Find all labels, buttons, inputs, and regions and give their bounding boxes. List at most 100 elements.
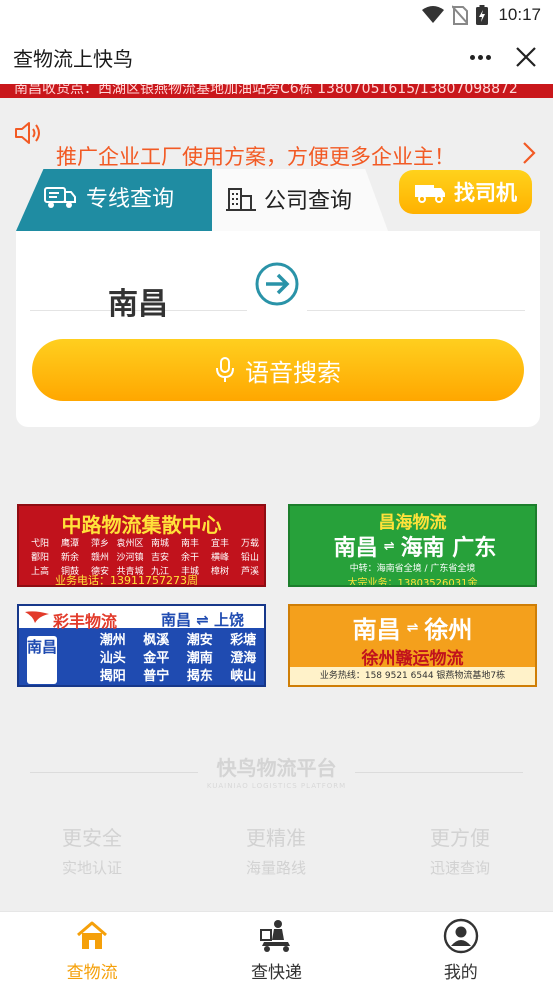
origin-field[interactable]: 南昌 xyxy=(30,249,247,322)
ad-city: 峡山 xyxy=(230,669,257,684)
ad-city: 余干 xyxy=(180,553,199,563)
ad-city: 普宁 xyxy=(143,669,170,684)
no-sim-icon xyxy=(452,5,469,25)
ad-city: 鹰潭 xyxy=(60,539,79,549)
feature-list: 更安全 实地认证 更精准 海量路线 更方便 迅速查询 xyxy=(0,822,553,882)
nav-label: 我的 xyxy=(443,963,478,983)
ad-city: 潮安 xyxy=(186,633,213,648)
ad-city: 赣州 xyxy=(90,553,109,563)
ad-city: 潮南 xyxy=(186,651,213,666)
feature-safety: 更安全 实地认证 xyxy=(0,822,184,882)
voice-search-button[interactable]: 语音搜索 xyxy=(32,339,524,401)
ad-city: 金平 xyxy=(143,651,170,666)
nav-logistics[interactable]: 查物流 xyxy=(0,912,184,983)
close-icon[interactable] xyxy=(511,42,541,72)
ad-route: 南昌 ⇌ 上饶 xyxy=(161,611,245,629)
feature-subtitle: 海量路线 xyxy=(245,859,306,877)
query-tabs: 公司查询 专线查询 找司机 xyxy=(0,163,553,231)
ad-city: 横峰 xyxy=(210,553,229,563)
route-arrow: ⇌ xyxy=(383,538,395,554)
more-dot xyxy=(485,54,491,60)
feature-subtitle: 实地认证 xyxy=(61,859,122,877)
ad-city: 上高 xyxy=(30,567,49,577)
ad-city: 萍乡 xyxy=(90,539,109,549)
ad-title: 彩丰物流 xyxy=(53,612,118,631)
route-arrow: ⇌ xyxy=(406,619,419,636)
speaker-icon xyxy=(15,122,40,144)
feature-title: 更精准 xyxy=(246,826,306,850)
ad-xuzhou-ganyun-logistics[interactable]: 南昌 ⇌ 徐州 徐州赣运物流 业务热线：158 9521 6544 银燕物流基地… xyxy=(288,604,537,687)
voice-search-label: 语音搜索 xyxy=(245,358,341,387)
ad-city: 新余 xyxy=(60,553,79,563)
courier-icon xyxy=(260,920,291,952)
feature-title: 更方便 xyxy=(430,826,490,850)
origin-text: 南昌 xyxy=(108,287,168,322)
status-icons: 10:17 xyxy=(422,3,541,27)
ad-zhonglu-logistics[interactable]: 中路物流集散中心 弋阳 鹰潭 萍乡 袁州区 南城 南丰 宜丰 万载 鄱阳 新余 赣州 沙河镇 吉安 余干 横… xyxy=(17,504,266,587)
microphone-icon xyxy=(216,357,234,382)
tab-company-content: 公司查询 xyxy=(226,183,352,215)
user-icon xyxy=(443,918,479,954)
marquee-banner[interactable]: 南昌收货点：西湖区银燕物流基地加油站旁C6栋 13807051615/13807… xyxy=(0,84,553,98)
home-icon xyxy=(77,921,108,949)
destination-field[interactable] xyxy=(307,249,525,311)
platform-branding: 快鸟物流平台 KUAINIAO LOGISTICS PLATFORM xyxy=(0,744,553,804)
van-icon xyxy=(415,185,445,203)
ad-city: 弋阳 xyxy=(30,539,49,549)
ad-city: 南丰 xyxy=(180,539,199,549)
ad-city: 袁州区 xyxy=(116,539,144,549)
ad-city: 芦溪 xyxy=(240,567,259,577)
tab-line-label: 专线查询 xyxy=(86,187,175,212)
route-from: 南昌 xyxy=(352,616,401,644)
more-button[interactable] xyxy=(465,44,495,70)
search-card: 南昌 语音搜索 xyxy=(16,231,540,427)
ad-subtitle: 中转：海南省全境 / 广东省全境 xyxy=(349,564,476,574)
route-to: 海南 广东 xyxy=(400,536,497,561)
nav-label: 查物流 xyxy=(66,963,118,983)
marquee-text: 南昌收货点：西湖区银燕物流基地加油站旁C6栋 13807051615/13807… xyxy=(14,84,518,97)
platform-subtitle: KUAINIAO LOGISTICS PLATFORM xyxy=(206,782,347,790)
ad-title: 徐州赣运物流 xyxy=(361,649,464,669)
ad-changhai-logistics[interactable]: 昌海物流 南昌 ⇌ 海南 广东 中转：海南省全境 / 广东省全境 大宗业务：13… xyxy=(288,504,537,587)
ad-title: 中路物流集散中心 xyxy=(61,513,222,537)
ad-city: 枫溪 xyxy=(143,633,170,648)
ad-city-grid: 潮州 枫溪 潮安 彩塘 汕头 金平 潮南 澄海 揭阳 普宁 揭东 峡山 xyxy=(91,632,264,685)
ad-caifeng-logistics[interactable]: 彩丰物流 南昌 ⇌ 上饶 南昌 潮州 枫溪 潮安 彩塘 汕头 金平 潮南 澄海 揭阳 普宁 揭东 峡山 xyxy=(17,604,266,687)
ad-city: 万载 xyxy=(240,539,259,549)
ad-city: 汕头 xyxy=(99,651,126,666)
route-from: 南昌 xyxy=(333,536,378,561)
ad-origin: 南昌 xyxy=(27,636,57,684)
feature-subtitle: 迅速查询 xyxy=(429,859,490,877)
ad-city: 揭东 xyxy=(186,669,213,684)
nav-mine[interactable]: 我的 xyxy=(369,912,553,983)
ad-phone: 业务热线：158 9521 6544 银燕物流基地7栋 xyxy=(290,667,535,685)
bird-logo-icon xyxy=(25,611,49,623)
platform-title: 快鸟物流平台 xyxy=(216,756,337,780)
ad-route: 南昌 ⇌ 海南 广东 xyxy=(300,530,530,562)
arrow-right-circle-icon[interactable] xyxy=(254,261,300,307)
ad-city: 鄱阳 xyxy=(30,553,49,563)
find-driver-button[interactable]: 找司机 xyxy=(399,170,532,214)
building-icon xyxy=(226,188,256,211)
truck-icon xyxy=(44,187,76,208)
ad-city-grid: 弋阳 鹰潭 萍乡 袁州区 南城 南丰 宜丰 万载 鄱阳 新余 赣州 沙河镇 吉安 余干 横峰 铅山 上高 铜鼓 德安… xyxy=(25,536,264,577)
status-time: 10:17 xyxy=(498,5,541,24)
feature-title: 更安全 xyxy=(62,826,122,850)
ad-phone: 业务电话：13911757273周 xyxy=(55,574,198,587)
feature-accuracy: 更精准 海量路线 xyxy=(184,822,368,882)
ad-city: 潮州 xyxy=(99,633,126,648)
battery-icon xyxy=(476,5,489,25)
feature-convenience: 更方便 迅速查询 xyxy=(368,822,552,882)
nav-label: 查快递 xyxy=(250,963,302,983)
nav-express[interactable]: 查快递 xyxy=(184,912,368,983)
ad-city: 宜丰 xyxy=(210,539,229,549)
ad-city: 樟树 xyxy=(210,567,229,577)
ad-city: 揭阳 xyxy=(99,669,126,684)
ad-phone: 大宗业务：13803526031余 xyxy=(347,578,478,587)
ad-city: 沙河镇 xyxy=(116,553,144,563)
tab-company-label: 公司查询 xyxy=(264,189,353,214)
wifi-icon xyxy=(422,6,445,23)
title-bar: 查物流上快鸟 xyxy=(0,30,553,84)
more-dot xyxy=(477,54,483,60)
ad-city: 铅山 xyxy=(240,553,259,563)
